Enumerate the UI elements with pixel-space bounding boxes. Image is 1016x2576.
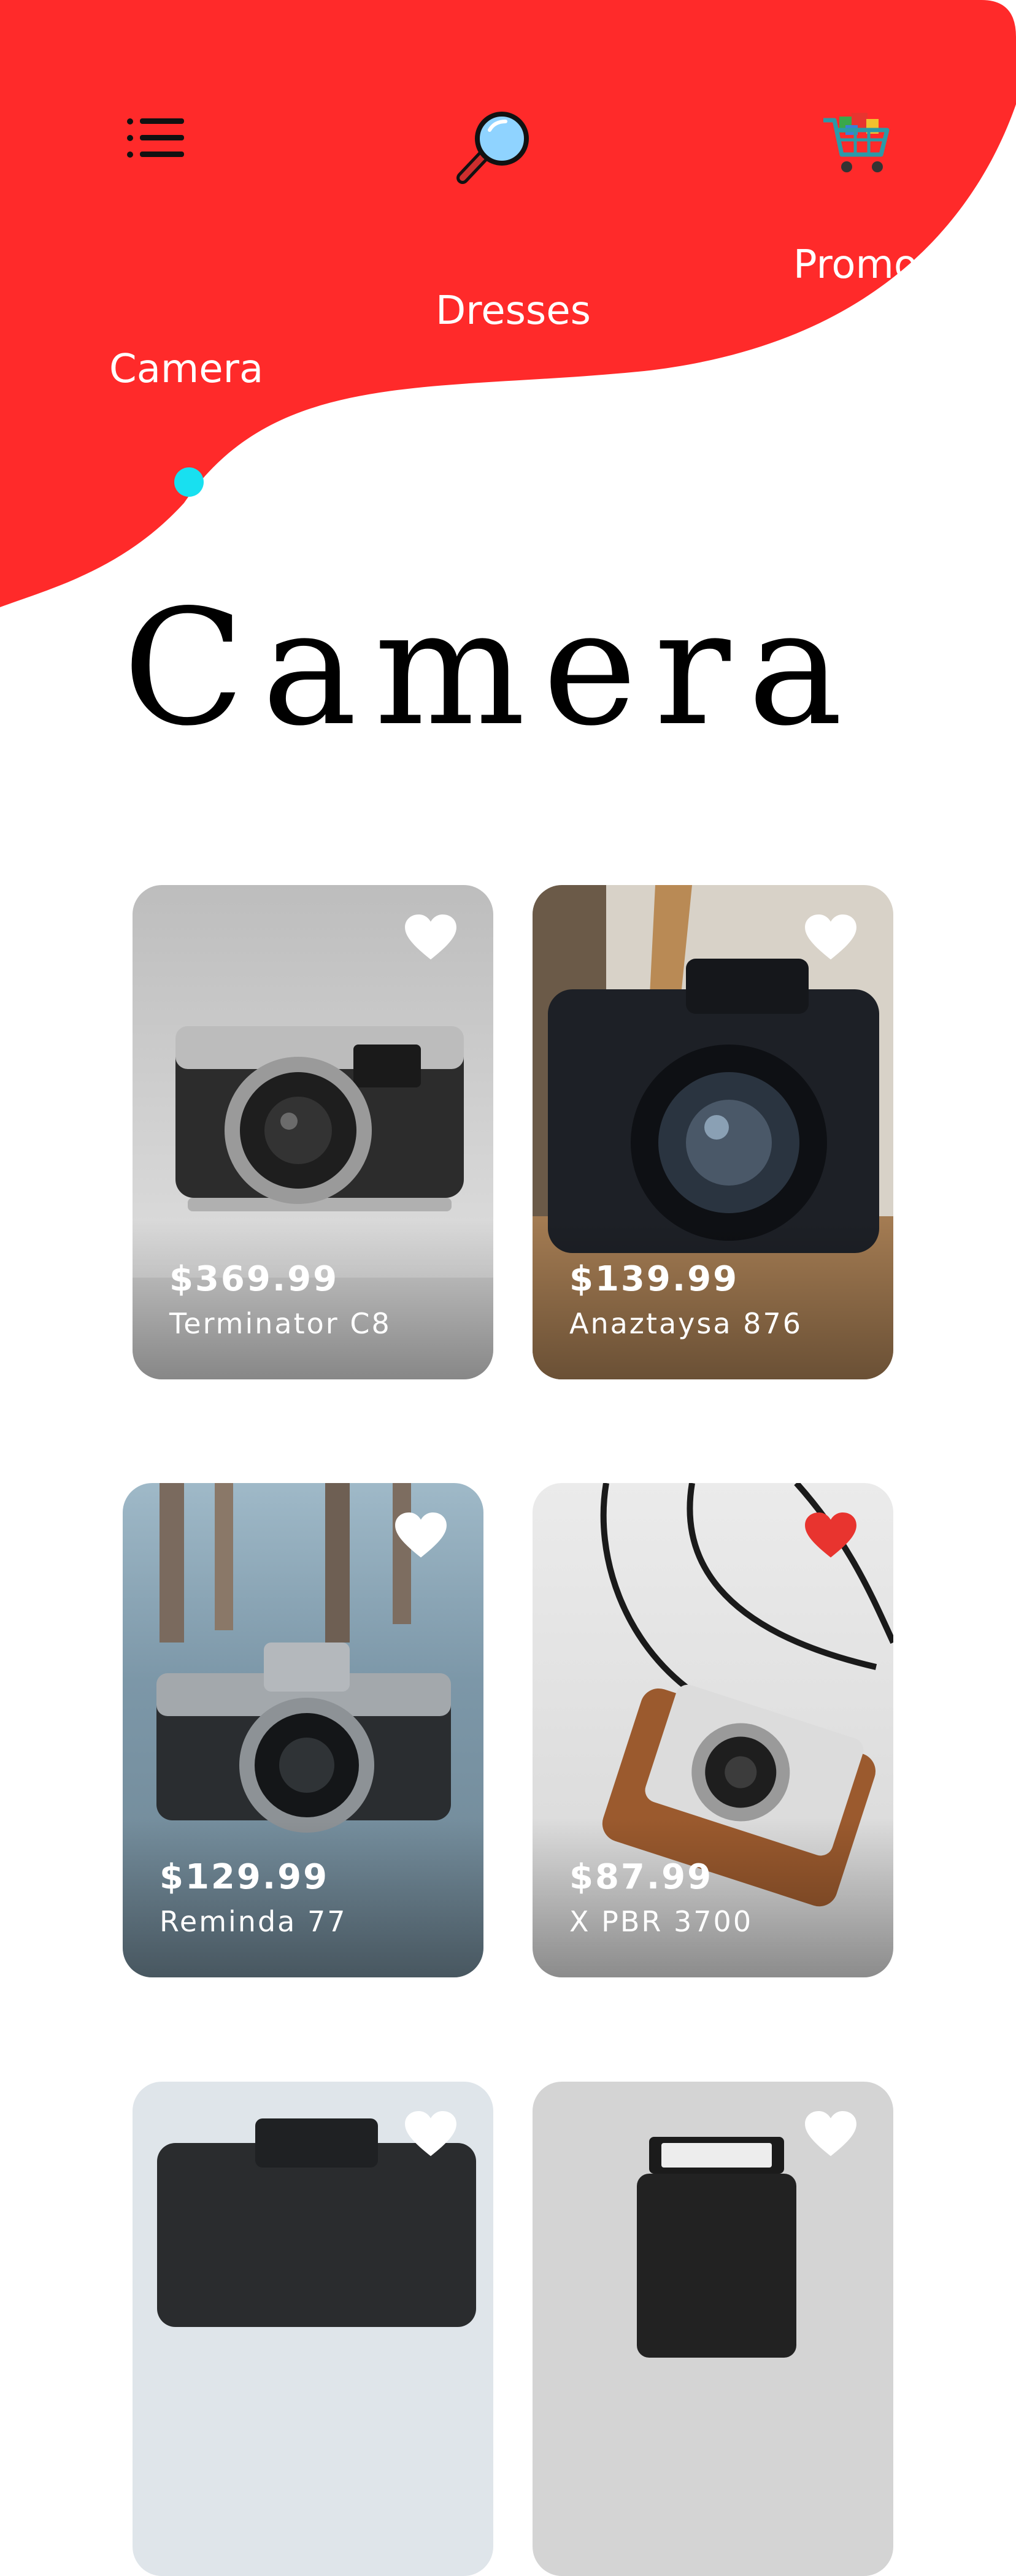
product-name: Terminator C8 [169, 1307, 391, 1340]
product-card[interactable]: $139.99 Anaztaysa 876 [533, 885, 893, 1379]
product-price: $139.99 [569, 1259, 739, 1299]
product-name: Anaztaysa 876 [569, 1307, 802, 1340]
product-price: $87.99 [569, 1857, 714, 1897]
product-card[interactable]: $87.99 X PBR 3700 [533, 1483, 893, 1977]
card-overlay [123, 1818, 483, 1977]
product-price: $129.99 [160, 1857, 329, 1897]
product-card[interactable]: $129.99 Reminda 77 [123, 1483, 483, 1977]
favorite-heart-icon[interactable] [405, 2111, 456, 2158]
favorite-heart-icon[interactable] [805, 1512, 856, 1559]
card-overlay [533, 1220, 893, 1379]
favorite-heart-icon[interactable] [395, 1512, 447, 1559]
card-overlay [533, 1818, 893, 1977]
active-category-indicator [174, 467, 204, 497]
product-card[interactable] [133, 2082, 493, 2576]
favorite-heart-icon[interactable] [805, 2111, 856, 2158]
favorite-heart-icon[interactable] [405, 914, 456, 961]
shopping-cart-icon[interactable] [821, 112, 891, 178]
favorite-heart-icon[interactable] [805, 914, 856, 961]
menu-icon[interactable] [126, 117, 184, 159]
search-icon[interactable] [454, 110, 533, 185]
card-overlay [133, 1220, 493, 1379]
product-price: $369.99 [169, 1259, 339, 1299]
product-card[interactable]: $369.99 Terminator C8 [133, 885, 493, 1379]
page-title: Camera [123, 576, 860, 761]
product-name: Reminda 77 [160, 1905, 347, 1938]
category-tab-camera[interactable]: Camera [109, 347, 263, 392]
product-name: X PBR 3700 [569, 1905, 753, 1938]
product-card[interactable] [533, 2082, 893, 2576]
category-tab-dresses[interactable]: Dresses [436, 288, 591, 334]
category-tab-promo[interactable]: Promo [793, 242, 918, 288]
